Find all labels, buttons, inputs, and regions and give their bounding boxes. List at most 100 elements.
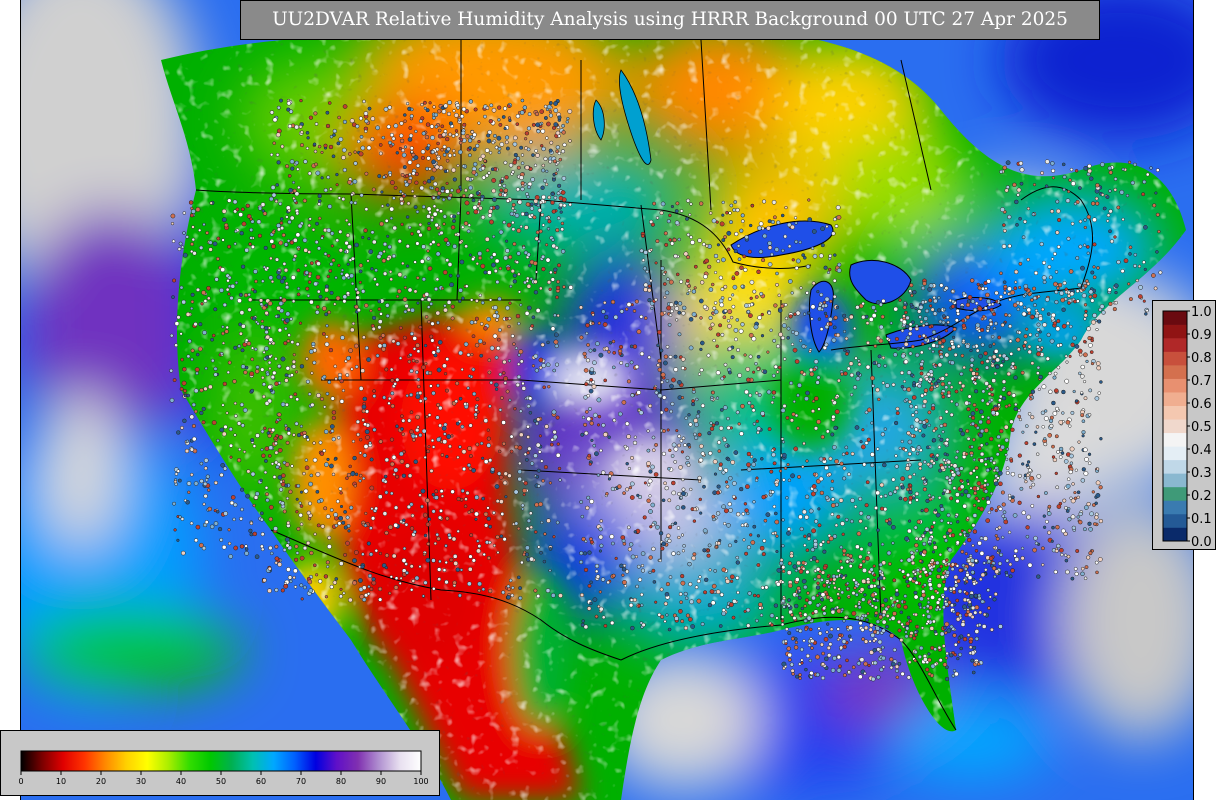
station-dot — [188, 200, 194, 205]
station-dot — [1007, 313, 1012, 318]
station-dot — [660, 266, 665, 271]
station-dot — [372, 315, 377, 320]
station-dot — [179, 387, 184, 391]
station-dot — [296, 526, 301, 531]
station-dot — [730, 355, 735, 360]
station-dot — [921, 476, 925, 481]
station-dot — [858, 519, 863, 524]
station-dot — [449, 282, 455, 288]
station-dot — [487, 358, 492, 362]
station-dot — [278, 434, 284, 440]
station-dot — [448, 273, 453, 278]
station-dot — [660, 201, 666, 207]
station-dot — [918, 315, 922, 319]
station-dot — [1099, 380, 1103, 384]
station-dot — [452, 153, 457, 157]
station-dot — [891, 525, 896, 530]
station-dot — [955, 470, 961, 476]
station-dot — [947, 547, 953, 553]
station-dot — [488, 458, 493, 463]
station-dot — [543, 465, 548, 470]
station-dot — [906, 572, 911, 578]
station-dot — [557, 151, 562, 156]
station-dot — [213, 372, 218, 377]
station-dot — [696, 410, 701, 414]
station-dot — [407, 418, 412, 423]
station-dot — [955, 449, 960, 454]
station-dot — [191, 436, 197, 442]
station-dot — [864, 441, 869, 445]
station-dot — [372, 239, 377, 245]
station-dot — [347, 529, 351, 533]
station-dot — [479, 322, 484, 326]
station-dot — [263, 245, 268, 250]
station-dot — [994, 569, 1000, 574]
station-dot — [974, 389, 979, 394]
station-dot — [807, 198, 811, 202]
station-dot — [345, 291, 351, 296]
station-dot — [702, 242, 706, 247]
station-dot — [467, 138, 473, 143]
station-dot — [531, 122, 536, 127]
station-dot — [1040, 546, 1045, 551]
station-dot — [458, 299, 462, 304]
station-dot — [709, 421, 713, 425]
station-dot — [849, 519, 854, 524]
station-dot — [352, 455, 357, 461]
station-dot — [522, 488, 527, 493]
station-dot — [980, 415, 985, 419]
station-dot — [977, 446, 982, 451]
station-dot — [187, 490, 191, 494]
station-dot — [276, 105, 281, 110]
station-dot — [541, 254, 546, 259]
station-dot — [445, 454, 449, 459]
station-dot — [971, 415, 976, 420]
station-dot — [683, 591, 688, 596]
station-dot — [238, 292, 243, 297]
station-dot — [1038, 316, 1043, 322]
station-dot — [292, 433, 296, 437]
station-dot — [691, 402, 696, 407]
station-dot — [939, 437, 944, 442]
station-dot — [302, 198, 307, 203]
station-dot — [780, 437, 785, 441]
station-dot — [707, 264, 712, 269]
station-dot — [553, 339, 559, 345]
station-dot — [668, 279, 674, 285]
station-dot — [399, 201, 404, 206]
station-dot — [303, 488, 309, 494]
station-dot — [643, 282, 649, 288]
station-dot — [770, 448, 775, 453]
station-dot — [1010, 427, 1015, 433]
station-dot — [836, 608, 842, 614]
station-dot — [387, 396, 392, 401]
station-dot — [586, 416, 592, 422]
station-dot — [698, 497, 703, 502]
station-dot — [250, 471, 256, 477]
station-dot — [827, 472, 832, 477]
station-dot — [316, 523, 321, 528]
station-dot — [786, 326, 791, 331]
station-dot — [976, 481, 982, 486]
station-dot — [495, 534, 500, 540]
station-dot — [1007, 493, 1012, 498]
station-dot — [833, 425, 838, 431]
station-dot — [993, 349, 999, 354]
station-dot — [922, 399, 928, 404]
station-dot — [221, 208, 227, 214]
station-dot — [536, 468, 541, 473]
station-dot — [659, 348, 664, 353]
station-dot — [474, 517, 478, 521]
station-dot — [765, 512, 771, 517]
station-dot — [988, 344, 993, 348]
station-dot — [785, 496, 789, 500]
station-dot — [1011, 366, 1015, 370]
station-dot — [962, 578, 966, 582]
station-dot — [640, 233, 645, 238]
station-dot — [908, 490, 913, 495]
station-dot — [525, 552, 530, 557]
station-dot — [488, 524, 493, 529]
station-dot — [509, 434, 514, 439]
station-dot — [531, 315, 536, 320]
station-dot — [227, 244, 232, 249]
